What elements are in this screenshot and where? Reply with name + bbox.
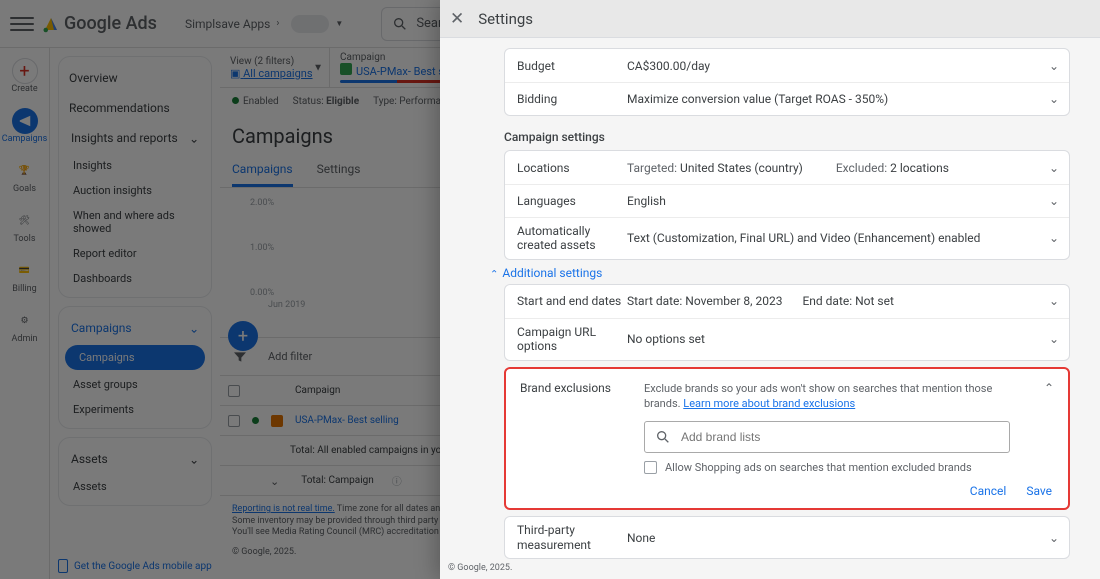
status-dot xyxy=(252,417,259,424)
rail-tools[interactable]: 🛠Tools xyxy=(5,204,45,248)
save-button[interactable]: Save xyxy=(1026,484,1052,498)
allow-shopping-checkbox[interactable] xyxy=(644,461,657,474)
side-experiments[interactable]: Experiments xyxy=(59,397,211,422)
allow-shopping-checkbox-row[interactable]: Allow Shopping ads on searches that ment… xyxy=(644,461,1054,474)
chevron-down-icon: ⌄ xyxy=(1049,231,1059,245)
tab-campaigns[interactable]: Campaigns xyxy=(232,154,293,187)
campaign-type-icon xyxy=(271,415,283,427)
tab-settings[interactable]: Settings xyxy=(317,154,361,187)
scope-view[interactable]: View (2 filters) ▣ All campaigns ▼ xyxy=(220,48,330,87)
add-campaign-fab[interactable]: + xyxy=(228,321,258,351)
rail-campaigns[interactable]: Campaigns xyxy=(5,104,45,148)
row-languages[interactable]: Languages English ⌄ xyxy=(505,184,1069,217)
scope-campaign[interactable]: Campaign USA-PMax- Best s xyxy=(330,48,455,87)
side-assets-group[interactable]: Assets xyxy=(59,444,211,474)
side-when-where[interactable]: When and where ads showed xyxy=(59,203,211,241)
brand-learn-more-link[interactable]: Learn more about brand exclusions xyxy=(683,397,855,410)
brand-list-input-wrap[interactable] xyxy=(644,421,1010,453)
panel-header: ✕ Settings xyxy=(440,0,1100,38)
dates-card: Start and end dates Start date: November… xyxy=(504,284,1070,361)
select-all-checkbox[interactable] xyxy=(228,385,240,397)
row-locations[interactable]: Locations Targeted: United States (count… xyxy=(505,151,1069,184)
filter-icon[interactable] xyxy=(232,349,248,365)
account-breadcrumb[interactable]: Simplsave Apps› ▼ xyxy=(185,15,343,33)
cancel-button[interactable]: Cancel xyxy=(970,484,1007,498)
row-dates[interactable]: Start and end dates Start date: November… xyxy=(505,285,1069,318)
rail-billing[interactable]: 💳Billing xyxy=(5,254,45,298)
side-panel: Overview Recommendations Insights and re… xyxy=(50,48,220,579)
row-bidding[interactable]: Bidding Maximize conversion value (Targe… xyxy=(505,82,1069,115)
side-dashboards[interactable]: Dashboards xyxy=(59,266,211,291)
side-insights-group[interactable]: Insights and reports xyxy=(59,123,211,153)
side-campaigns-group[interactable]: Campaigns xyxy=(59,313,211,343)
row-url-options[interactable]: Campaign URL options No options set ⌄ xyxy=(505,318,1069,360)
campaign-settings-card: Locations Targeted: United States (count… xyxy=(504,150,1070,260)
row-third-party[interactable]: Third-party measurement None ⌄ xyxy=(505,517,1069,558)
chevron-down-icon: ⌄ xyxy=(1049,92,1059,106)
panel-title: Settings xyxy=(478,10,533,28)
chevron-down-icon: ⌄ xyxy=(1049,294,1059,308)
side-recommendations[interactable]: Recommendations xyxy=(59,93,211,123)
search-icon xyxy=(655,429,671,445)
third-party-card: Third-party measurement None ⌄ xyxy=(504,516,1070,559)
side-overview[interactable]: Overview xyxy=(59,63,211,93)
chevron-down-icon: ⌄ xyxy=(1049,332,1059,346)
side-campaigns[interactable]: Campaigns xyxy=(65,345,205,370)
add-filter[interactable]: Add filter xyxy=(268,350,312,363)
rail-admin[interactable]: ⚙Admin xyxy=(5,304,45,348)
info-icon[interactable]: ⓘ xyxy=(392,473,402,488)
campaign-link: USA-PMax- Best selling xyxy=(295,415,399,426)
row-auto-assets[interactable]: Automatically created assets Text (Custo… xyxy=(505,217,1069,259)
chevron-down-icon: ⌄ xyxy=(1049,194,1059,208)
row-checkbox[interactable] xyxy=(228,415,240,427)
chevron-down-icon: ⌄ xyxy=(1049,531,1059,545)
settings-panel: ✕ Settings Budget CA$300.00/day ⌄ Biddin… xyxy=(440,0,1100,579)
side-assets[interactable]: Assets xyxy=(59,474,211,499)
side-report-editor[interactable]: Report editor xyxy=(59,241,211,266)
left-rail: +Create Campaigns 🏆Goals 🛠Tools 💳Billing… xyxy=(0,48,50,579)
brand-list-input[interactable] xyxy=(681,430,999,444)
chevron-up-icon[interactable]: ⌃ xyxy=(1044,381,1054,395)
side-auction[interactable]: Auction insights xyxy=(59,178,211,203)
mobile-app-promo[interactable]: Get the Google Ads mobile app xyxy=(58,559,212,573)
brand-exclusions-desc: Exclude brands so your ads won't show on… xyxy=(644,381,1024,412)
side-insights[interactable]: Insights xyxy=(59,153,211,178)
product-logo: Google Ads xyxy=(42,13,157,34)
menu-icon[interactable] xyxy=(10,12,34,36)
row-budget[interactable]: Budget CA$300.00/day ⌄ xyxy=(505,49,1069,82)
search-icon xyxy=(392,16,408,32)
additional-settings-toggle[interactable]: ⌄Additional settings xyxy=(490,266,1070,280)
budget-bidding-card: Budget CA$300.00/day ⌄ Bidding Maximize … xyxy=(504,48,1070,116)
status-enabled: Enabled xyxy=(232,96,279,107)
brand-exclusions-card: Brand exclusions Exclude brands so your … xyxy=(504,367,1070,511)
brand-exclusions-label: Brand exclusions xyxy=(520,381,630,412)
rail-goals[interactable]: 🏆Goals xyxy=(5,154,45,198)
chevron-down-icon: ⌄ xyxy=(1049,59,1059,73)
rail-create[interactable]: +Create xyxy=(5,54,45,98)
side-asset-groups[interactable]: Asset groups xyxy=(59,372,211,397)
panel-copyright: © Google, 2025. xyxy=(440,559,1100,579)
close-icon[interactable]: ✕ xyxy=(450,9,464,29)
section-campaign-settings: Campaign settings xyxy=(504,130,1070,144)
chevron-down-icon: ⌄ xyxy=(1049,161,1059,175)
